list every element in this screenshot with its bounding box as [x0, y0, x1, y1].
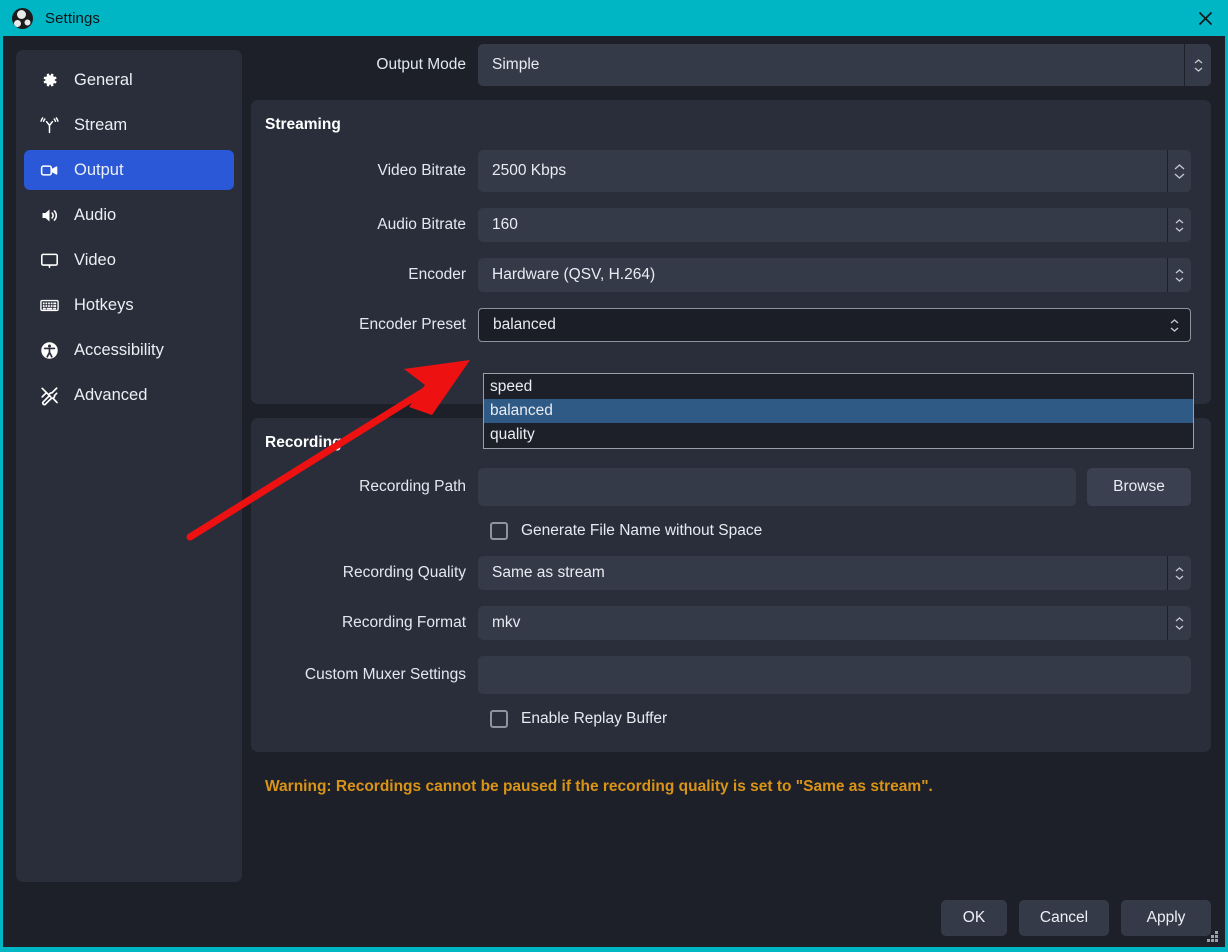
encoder-preset-row: Encoder Preset balanced [251, 308, 1191, 342]
streaming-group-title: Streaming [265, 116, 341, 133]
audio-bitrate-row: Audio Bitrate 160 [251, 208, 1191, 242]
encoder-preset-spinner[interactable] [1162, 309, 1186, 341]
sidebar-item-general[interactable]: General [24, 60, 234, 100]
video-bitrate-spinner[interactable] [1167, 150, 1191, 192]
output-mode-row: Output Mode Simple [251, 44, 1211, 86]
custom-muxer-input[interactable] [478, 656, 1191, 694]
sidebar-item-label: Output [74, 160, 124, 179]
output-mode-label: Output Mode [376, 56, 466, 73]
recording-path-label: Recording Path [359, 478, 466, 495]
sidebar-item-audio[interactable]: Audio [24, 195, 234, 235]
recording-format-select[interactable]: mkv [478, 606, 1191, 640]
sidebar-item-label: General [74, 70, 133, 89]
titlebar: Settings [0, 0, 1228, 36]
settings-main-pane: Output Mode Simple Streaming Video Bitra… [251, 44, 1211, 865]
generate-filename-label: Generate File Name without Space [521, 522, 763, 539]
video-bitrate-value: 2500 Kbps [492, 162, 567, 179]
recording-format-value: mkv [492, 614, 521, 631]
recording-format-label: Recording Format [341, 614, 466, 631]
output-screen-icon [38, 159, 60, 181]
browse-button[interactable]: Browse [1087, 468, 1191, 506]
replay-buffer-row: Enable Replay Buffer [251, 710, 1191, 728]
settings-sidebar: General Stream Output Audio Video Hotkey… [16, 50, 242, 882]
encoder-spinner[interactable] [1167, 258, 1191, 292]
sidebar-item-label: Audio [74, 205, 117, 224]
generate-filename-row: Generate File Name without Space [251, 522, 1191, 540]
custom-muxer-label: Custom Muxer Settings [304, 666, 466, 683]
recording-path-row: Recording Path Browse [251, 468, 1191, 506]
dropdown-option-balanced[interactable]: balanced [484, 399, 1193, 423]
window-title: Settings [45, 9, 100, 27]
recording-quality-spinner[interactable] [1167, 556, 1191, 590]
dropdown-option-speed[interactable]: speed [484, 375, 1193, 399]
custom-muxer-row: Custom Muxer Settings [251, 656, 1191, 694]
sidebar-item-stream[interactable]: Stream [24, 105, 234, 145]
settings-window: Settings General Stream Output Audio Vid… [0, 0, 1228, 952]
ok-button[interactable]: OK [941, 900, 1007, 936]
sidebar-item-label: Video [74, 250, 116, 269]
recording-format-row: Recording Format mkv [251, 606, 1191, 640]
keyboard-icon [38, 294, 60, 316]
gear-icon [38, 69, 60, 91]
audio-bitrate-value: 160 [492, 216, 518, 233]
sidebar-item-video[interactable]: Video [24, 240, 234, 280]
encoder-select[interactable]: Hardware (QSV, H.264) [478, 258, 1191, 292]
output-mode-spinner[interactable] [1184, 44, 1211, 86]
resize-grip[interactable] [1204, 928, 1220, 944]
sidebar-item-hotkeys[interactable]: Hotkeys [24, 285, 234, 325]
dialog-footer: OK Cancel Apply [941, 900, 1211, 936]
sidebar-item-accessibility[interactable]: Accessibility [24, 330, 234, 370]
sidebar-item-advanced[interactable]: Advanced [24, 375, 234, 415]
encoder-row: Encoder Hardware (QSV, H.264) [251, 258, 1191, 292]
encoder-preset-select[interactable]: balanced [478, 308, 1191, 342]
obs-logo-icon [12, 7, 33, 29]
encoder-preset-value: balanced [493, 316, 556, 333]
audio-bitrate-label: Audio Bitrate [377, 216, 466, 233]
sidebar-item-label: Advanced [74, 385, 148, 404]
recording-quality-row: Recording Quality Same as stream [251, 556, 1191, 590]
speaker-icon [38, 204, 60, 226]
sidebar-item-label: Accessibility [74, 340, 164, 359]
recording-quality-label: Recording Quality [342, 564, 466, 581]
accessibility-icon [38, 339, 60, 361]
video-bitrate-row: Video Bitrate 2500 Kbps [251, 150, 1191, 192]
encoder-preset-label: Encoder Preset [359, 316, 466, 333]
output-mode-value: Simple [492, 56, 540, 73]
sidebar-item-label: Hotkeys [74, 295, 134, 314]
broadcast-icon [38, 114, 60, 136]
window-body: General Stream Output Audio Video Hotkey… [3, 36, 1225, 947]
recording-quality-select[interactable]: Same as stream [478, 556, 1191, 590]
recording-group: Recording Recording Path Browse Generate… [251, 418, 1211, 752]
output-mode-select[interactable]: Simple [478, 44, 1211, 86]
sidebar-item-output[interactable]: Output [24, 150, 234, 190]
generate-filename-checkbox[interactable] [490, 522, 508, 540]
streaming-group: Streaming Video Bitrate 2500 Kbps Audio … [251, 100, 1211, 404]
replay-buffer-label: Enable Replay Buffer [521, 710, 668, 727]
audio-bitrate-spinner[interactable] [1167, 208, 1191, 242]
cancel-button[interactable]: Cancel [1019, 900, 1109, 936]
encoder-value: Hardware (QSV, H.264) [492, 266, 656, 283]
tools-icon [38, 384, 60, 406]
audio-bitrate-select[interactable]: 160 [478, 208, 1191, 242]
video-bitrate-label: Video Bitrate [377, 162, 466, 179]
recording-path-input[interactable] [478, 468, 1076, 506]
replay-buffer-checkbox[interactable] [490, 710, 508, 728]
encoder-preset-dropdown[interactable]: speed balanced quality [483, 373, 1194, 449]
encoder-label: Encoder [408, 266, 466, 283]
recording-warning-text: Warning: Recordings cannot be paused if … [265, 778, 933, 795]
monitor-icon [38, 249, 60, 271]
close-icon[interactable] [1182, 0, 1228, 36]
apply-button[interactable]: Apply [1121, 900, 1211, 936]
recording-format-spinner[interactable] [1167, 606, 1191, 640]
recording-quality-value: Same as stream [492, 564, 605, 581]
sidebar-item-label: Stream [74, 115, 128, 134]
video-bitrate-input[interactable]: 2500 Kbps [478, 150, 1191, 192]
dropdown-option-quality[interactable]: quality [484, 423, 1193, 447]
